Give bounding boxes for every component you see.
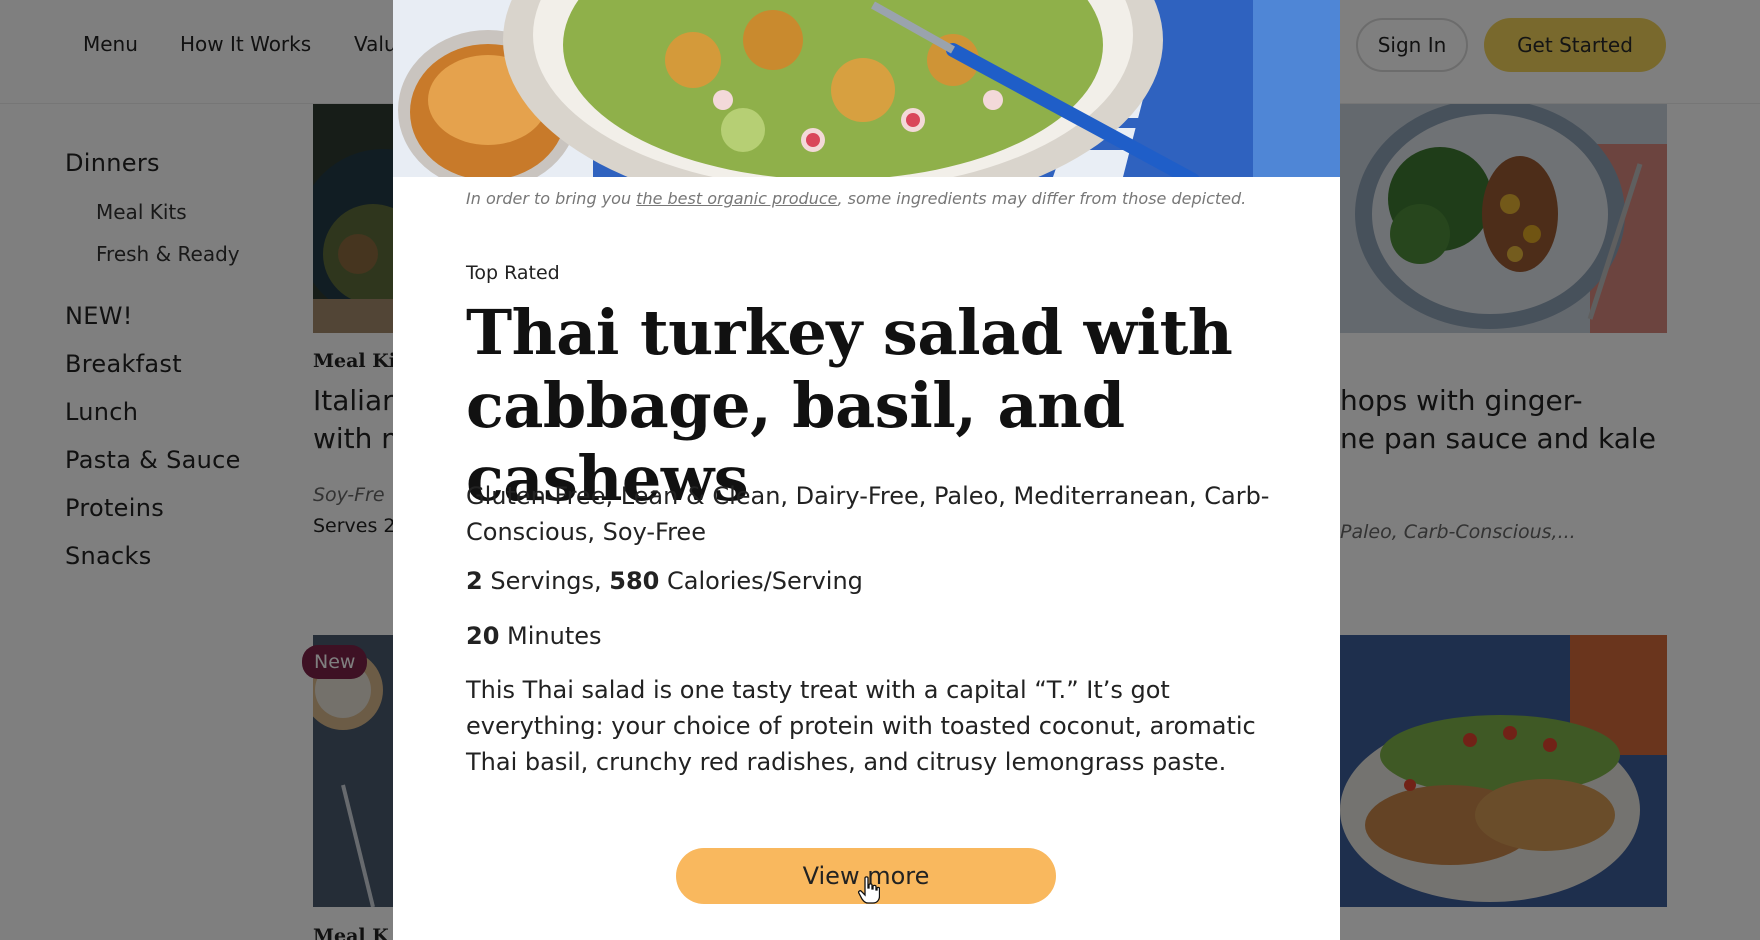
servings-label: Servings, (482, 567, 610, 595)
recipe-hero-image (393, 0, 1340, 177)
servings-calories: 2 Servings, 580 Calories/Serving (466, 567, 863, 595)
calories-count: 580 (609, 567, 660, 595)
disclaimer-text: , some ingredients may differ from those… (837, 189, 1247, 208)
minutes-count: 20 (466, 622, 500, 650)
recipe-description: This Thai salad is one tasty treat with … (466, 676, 1256, 776)
cook-time: 20 Minutes (466, 622, 602, 650)
calories-label: Calories/Serving (659, 567, 863, 595)
servings-count: 2 (466, 567, 483, 595)
organic-produce-link[interactable]: the best organic produce (636, 189, 837, 208)
minutes-label: Minutes (499, 622, 602, 650)
recipe-modal: In order to bring you the best organic p… (393, 0, 1340, 940)
diet-tags: Gluten-Free, Lean & Clean, Dairy-Free, P… (466, 482, 1270, 546)
hand-cursor-icon (858, 876, 880, 904)
recipe-eyebrow: Top Rated (466, 262, 560, 284)
disclaimer-text: In order to bring you (466, 189, 637, 208)
image-disclaimer: In order to bring you the best organic p… (466, 189, 1246, 208)
